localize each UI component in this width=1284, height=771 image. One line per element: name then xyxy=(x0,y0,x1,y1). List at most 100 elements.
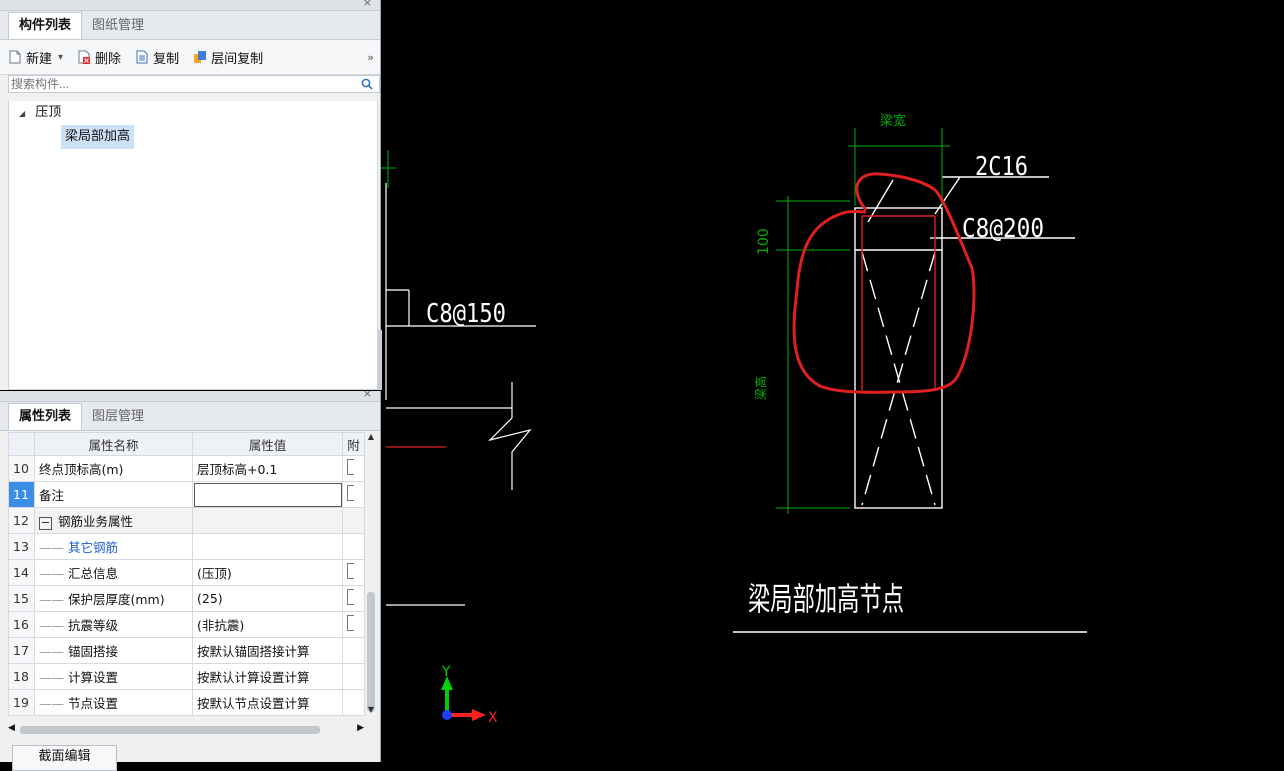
copy-button[interactable]: 复制 xyxy=(135,48,179,67)
collapse-icon[interactable]: − xyxy=(39,517,52,530)
new-button[interactable]: 新建 ▾ xyxy=(8,48,63,67)
dim-100-label: 100 xyxy=(756,228,772,255)
expand-icon[interactable]: ◢ xyxy=(19,109,25,118)
component-list-panel: × 构件列表 图纸管理 新建 ▾ 删除 复制 层间复制 » ◢ 压顶 xyxy=(0,0,381,390)
chevron-down-icon[interactable]: ▾ xyxy=(58,52,63,63)
property-name: 锚固搭接 xyxy=(67,644,118,659)
red-markup xyxy=(792,172,976,394)
scroll-right-icon[interactable]: ▶ xyxy=(357,723,364,733)
property-panel: × 属性列表 图层管理 属性名称 属性值 附 10 终点顶标高(m) 层顶标高+… xyxy=(0,387,381,771)
scroll-left-icon[interactable]: ◀ xyxy=(8,723,15,733)
table-row[interactable]: 18 —— 计算设置 按默认计算设置计算 xyxy=(8,663,365,690)
scroll-up-icon[interactable]: ▲ xyxy=(366,432,376,441)
property-value[interactable]: (压顶) xyxy=(192,559,343,586)
property-name: 汇总信息 xyxy=(67,566,118,581)
search-input[interactable] xyxy=(9,76,343,92)
attach-cell xyxy=(342,689,365,716)
table-row[interactable]: 14 —— 汇总信息 (压顶) xyxy=(8,559,365,586)
floor-copy-label: 层间复制 xyxy=(211,51,264,67)
scroll-thumb[interactable] xyxy=(367,592,375,712)
attach-checkbox[interactable] xyxy=(342,481,365,508)
close-icon[interactable]: × xyxy=(363,0,372,9)
left-detail xyxy=(385,183,536,606)
cad-drawing-canvas[interactable]: C8@150 梁宽 100 梁高 2C16 C8@200 梁局部加高节点 Y X xyxy=(381,0,1284,762)
panel-title-strip: × xyxy=(0,387,380,402)
delete-button[interactable]: 删除 xyxy=(77,48,121,67)
drawing-title: 梁局部加高节点 xyxy=(748,580,904,618)
scroll-down-icon[interactable]: ▼ xyxy=(366,705,376,714)
attach-checkbox[interactable] xyxy=(342,559,365,586)
attach-cell xyxy=(342,533,365,560)
floor-copy-button[interactable]: 层间复制 xyxy=(193,48,263,67)
dim-width-label: 梁宽 xyxy=(880,113,906,129)
property-name: 备注 xyxy=(34,481,193,508)
tab-component-list[interactable]: 构件列表 xyxy=(8,12,83,39)
delete-label: 删除 xyxy=(95,51,122,67)
search-icon[interactable] xyxy=(361,78,373,90)
vertical-scrollbar[interactable]: ▲ ▼ xyxy=(366,432,376,714)
tree-item-label: 梁局部加高 xyxy=(61,125,135,149)
tree-item-parapet[interactable]: ◢ 压顶 xyxy=(9,101,377,125)
floor-copy-icon xyxy=(194,51,207,63)
property-name: 保护层厚度(mm) xyxy=(67,592,165,607)
col-name-header: 属性名称 xyxy=(34,432,193,456)
horizontal-scrollbar[interactable]: ◀ ▶ xyxy=(8,723,364,736)
attach-cell xyxy=(342,507,365,534)
panel-splitter[interactable] xyxy=(378,330,382,390)
remark-field[interactable] xyxy=(192,481,343,508)
tab-layer-management[interactable]: 图层管理 xyxy=(82,404,154,430)
component-search xyxy=(8,75,380,93)
property-value[interactable]: 按默认计算设置计算 xyxy=(192,663,343,690)
tree-item-beam-raise[interactable]: 梁局部加高 xyxy=(9,125,377,149)
table-row[interactable]: 17 —— 锚固搭接 按默认锚固搭接计算 xyxy=(8,637,365,664)
delete-icon xyxy=(78,50,91,64)
rebar-top-label: 2C16 xyxy=(975,152,1028,182)
property-value[interactable]: 层顶标高+0.1 xyxy=(192,455,343,482)
copy-icon xyxy=(136,50,148,64)
ucs-axis-icon: Y X xyxy=(441,664,498,726)
h-scroll-thumb[interactable] xyxy=(20,726,320,734)
table-row[interactable]: 15 —— 保护层厚度(mm) (25) xyxy=(8,585,365,612)
col-num-header xyxy=(8,432,35,456)
beam-section xyxy=(733,176,1087,633)
dimension-lines xyxy=(776,128,950,514)
property-name: 计算设置 xyxy=(67,670,118,685)
property-value[interactable]: 按默认锚固搭接计算 xyxy=(192,637,343,664)
table-row[interactable]: 16 —— 抗震等级 (非抗震) xyxy=(8,611,365,638)
property-name: 其它钢筋 xyxy=(67,540,118,555)
col-value-header: 属性值 xyxy=(192,432,343,456)
component-toolbar: 新建 ▾ 删除 复制 层间复制 » xyxy=(0,40,380,75)
attach-checkbox[interactable] xyxy=(342,585,365,612)
attach-checkbox[interactable] xyxy=(342,455,365,482)
col-attach-header: 附 xyxy=(342,432,365,456)
row-number: 16 xyxy=(8,611,35,638)
row-number: 14 xyxy=(8,559,35,586)
tree-item-label: 压顶 xyxy=(35,105,62,120)
property-value[interactable] xyxy=(192,533,343,560)
property-value[interactable]: (25) xyxy=(192,585,343,612)
property-value[interactable]: (非抗震) xyxy=(192,611,343,638)
table-row[interactable]: 19 —— 节点设置 按默认节点设置计算 xyxy=(8,689,365,716)
close-icon[interactable]: × xyxy=(363,387,372,400)
row-number: 17 xyxy=(8,637,35,664)
property-value xyxy=(192,507,343,534)
panel-title-strip: × xyxy=(0,0,380,11)
tab-drawing-management[interactable]: 图纸管理 xyxy=(82,13,154,39)
attach-checkbox[interactable] xyxy=(342,611,365,638)
table-row[interactable]: 10 终点顶标高(m) 层顶标高+0.1 xyxy=(8,455,365,482)
table-row[interactable]: 11 备注 xyxy=(8,481,365,508)
row-number: 13 xyxy=(8,533,35,560)
row-number: 10 xyxy=(8,455,35,482)
new-label: 新建 xyxy=(26,51,53,67)
tab-property-list[interactable]: 属性列表 xyxy=(8,403,83,430)
toolbar-overflow-icon[interactable]: » xyxy=(367,51,374,64)
rebar-stirrup-label: C8@200 xyxy=(962,214,1044,244)
property-name: 钢筋业务属性 xyxy=(58,514,134,529)
property-value[interactable]: 按默认节点设置计算 xyxy=(192,689,343,716)
table-row[interactable]: 12 − 钢筋业务属性 xyxy=(8,507,365,534)
table-row[interactable]: 13 —— 其它钢筋 xyxy=(8,533,365,560)
component-tabs: 构件列表 图纸管理 xyxy=(0,11,380,40)
row-number: 15 xyxy=(8,585,35,612)
section-edit-button[interactable]: 截面编辑 xyxy=(12,745,117,771)
axis-y-label: Y xyxy=(441,664,451,680)
